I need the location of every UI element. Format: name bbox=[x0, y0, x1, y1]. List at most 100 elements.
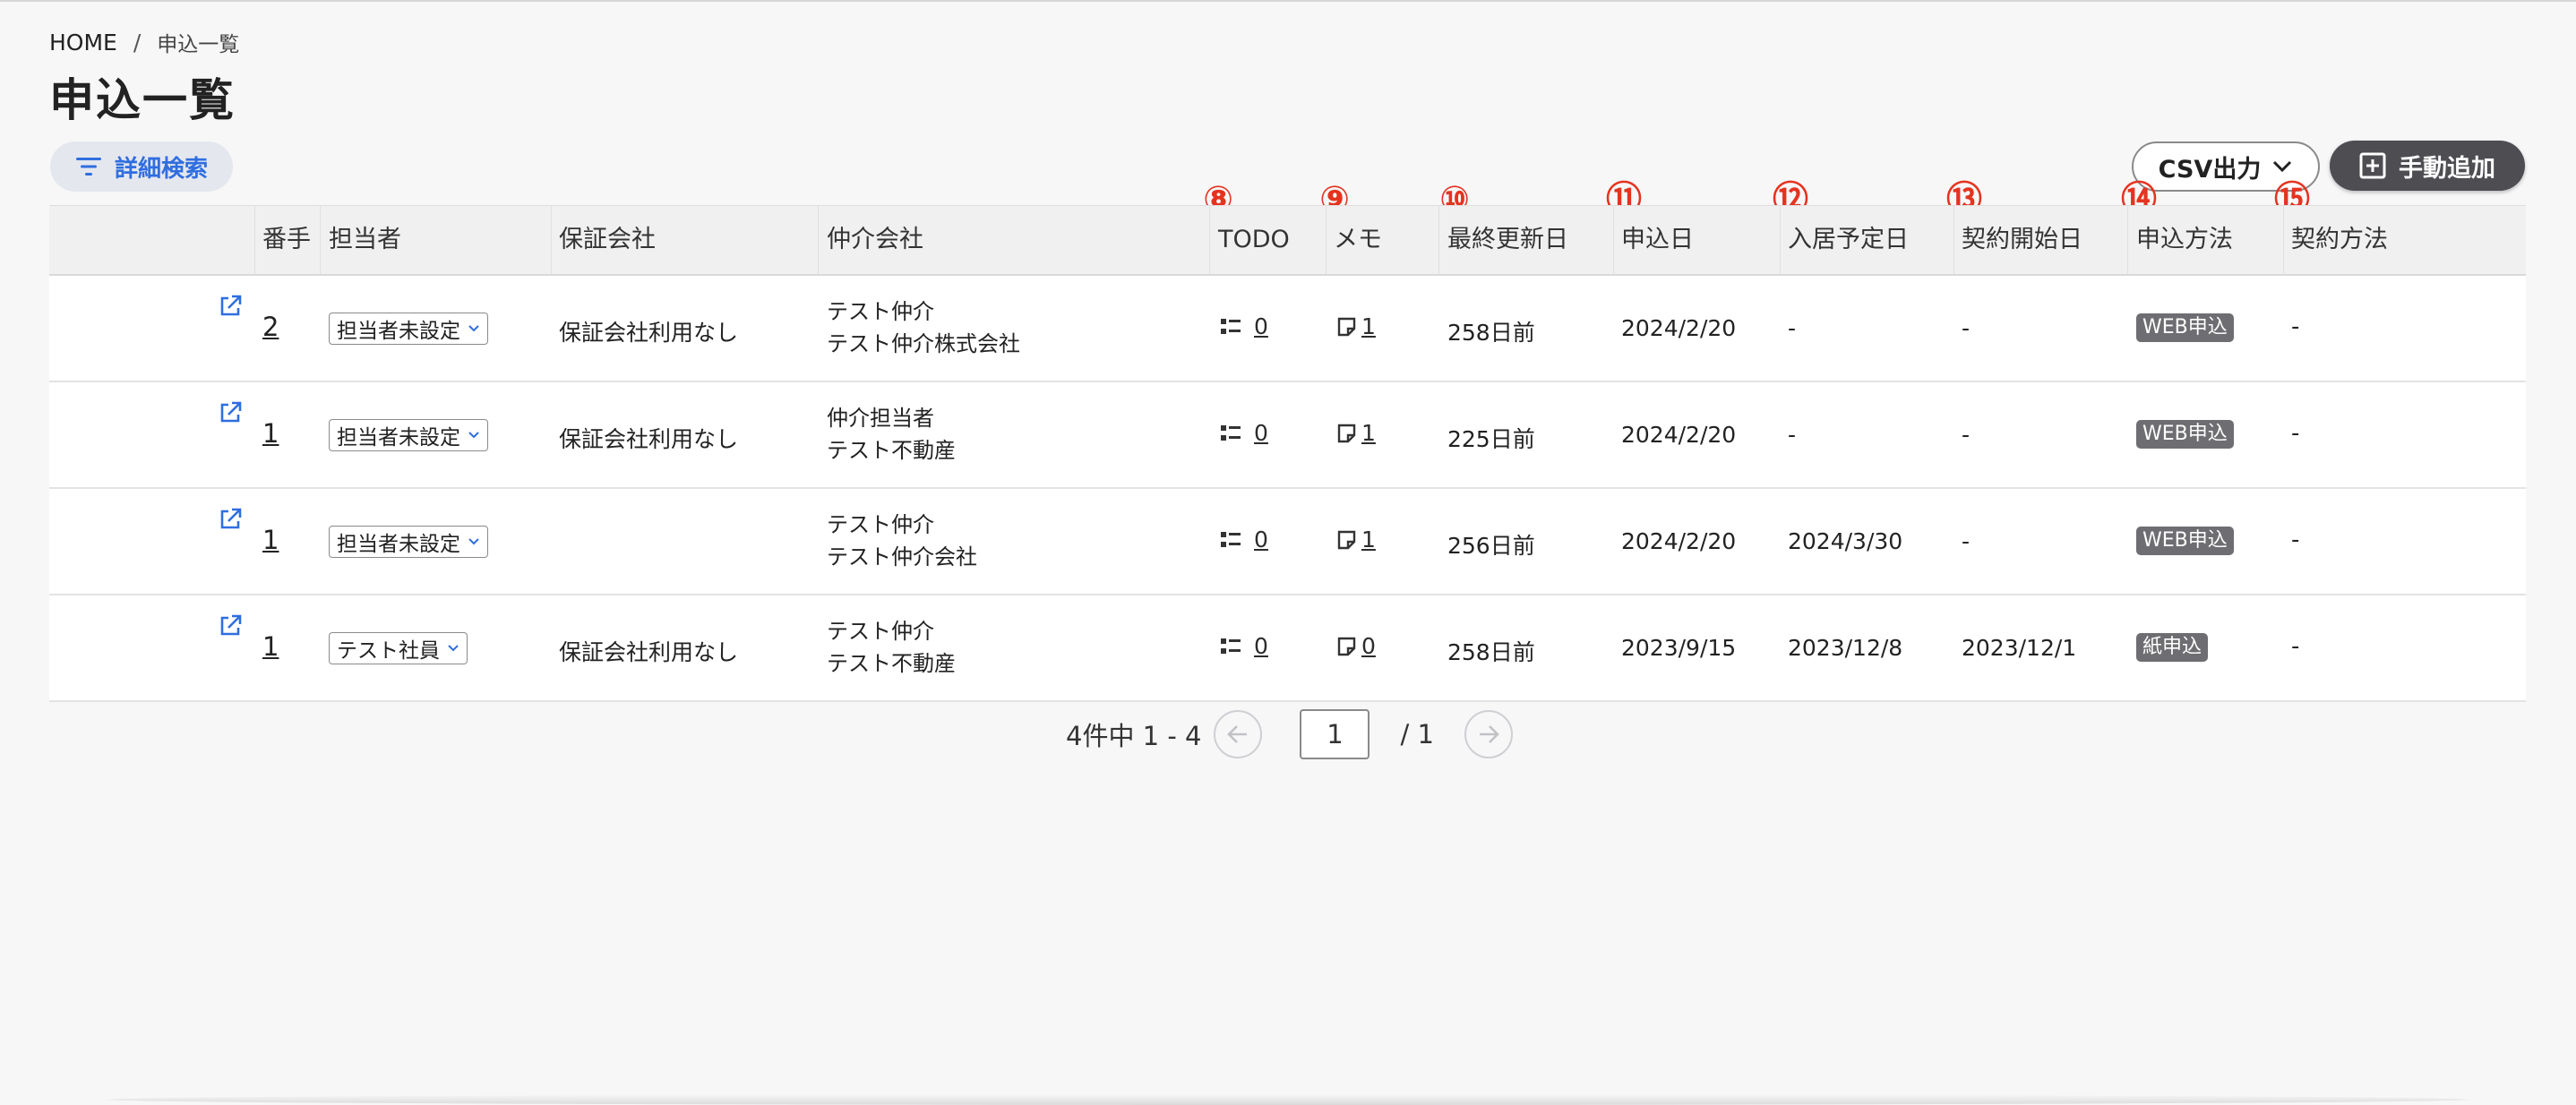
broker: 仲介担当者 テスト不動産 bbox=[827, 402, 956, 467]
header-number[interactable]: 番手 bbox=[262, 206, 311, 274]
list-icon bbox=[1221, 638, 1241, 654]
todo-count: 0 bbox=[1254, 420, 1268, 446]
chevron-down-icon bbox=[448, 645, 459, 652]
application-method-badge: WEB申込 bbox=[2136, 313, 2234, 342]
broker-company: テスト仲介株式会社 bbox=[827, 331, 1020, 356]
arrow-left-icon bbox=[1227, 725, 1248, 743]
assignee-value: 担当者未設定 bbox=[337, 320, 460, 343]
breadcrumb-current: 申込一覧 bbox=[157, 33, 240, 56]
column-divider bbox=[1953, 206, 1954, 274]
todo-link[interactable]: 0 bbox=[1220, 313, 1268, 339]
applications-table: 番手 担当者 保証会社 仲介会社 TODO メモ 最終更新日 申込日 入居予定日… bbox=[49, 205, 2526, 702]
broker-contact: テスト仲介 bbox=[827, 619, 934, 644]
memo-link[interactable]: 1 bbox=[1336, 313, 1376, 339]
column-divider bbox=[320, 206, 321, 274]
top-border bbox=[0, 0, 2576, 2]
header-contract-start[interactable]: 契約開始日 bbox=[1962, 206, 2082, 274]
note-icon bbox=[1337, 424, 1356, 442]
row-number[interactable]: 1 bbox=[262, 418, 279, 449]
header-application-method[interactable]: 申込方法 bbox=[2136, 206, 2233, 274]
breadcrumb-home[interactable]: HOME bbox=[49, 30, 117, 56]
last-updated: 258日前 bbox=[1447, 639, 1535, 665]
memo-link[interactable]: 0 bbox=[1336, 633, 1376, 659]
external-link-icon[interactable] bbox=[218, 507, 243, 532]
move-in-date: 2024/3/30 bbox=[1788, 528, 1903, 554]
column-divider bbox=[1438, 206, 1439, 274]
header-assignee[interactable]: 担当者 bbox=[329, 206, 401, 274]
manual-add-label: 手動追加 bbox=[2399, 154, 2495, 183]
row-number[interactable]: 1 bbox=[262, 631, 279, 662]
advanced-search-label: 詳細検索 bbox=[114, 155, 208, 183]
assignee-select[interactable]: テスト社員 bbox=[329, 632, 468, 664]
move-in-date: 2023/12/8 bbox=[1788, 635, 1903, 661]
application-method-badge: WEB申込 bbox=[2136, 420, 2234, 449]
header-updated[interactable]: 最終更新日 bbox=[1447, 206, 1568, 274]
contract-method: - bbox=[2291, 633, 2300, 660]
chevron-down-icon bbox=[468, 432, 479, 439]
memo-count: 1 bbox=[1361, 313, 1376, 339]
guarantor: 保証会社利用なし bbox=[559, 320, 739, 346]
memo-link[interactable]: 1 bbox=[1336, 420, 1376, 446]
table-row[interactable]: 1 テスト社員 保証会社利用なし テスト仲介 テスト不動産 0 0 258日前 … bbox=[49, 595, 2526, 702]
header-guarantor[interactable]: 保証会社 bbox=[559, 206, 656, 274]
row-number[interactable]: 2 bbox=[262, 312, 279, 342]
page-number-input[interactable]: 1 bbox=[1300, 709, 1370, 759]
header-broker[interactable]: 仲介会社 bbox=[827, 206, 923, 274]
list-icon bbox=[1221, 424, 1241, 441]
contract-method: - bbox=[2291, 527, 2300, 553]
broker-contact: テスト仲介 bbox=[827, 512, 934, 537]
external-link-icon[interactable] bbox=[218, 613, 243, 638]
broker-contact: テスト仲介 bbox=[827, 299, 934, 324]
memo-link[interactable]: 1 bbox=[1336, 527, 1376, 552]
list-icon bbox=[1221, 531, 1241, 547]
contract-method: - bbox=[2291, 420, 2300, 447]
header-todo[interactable]: TODO bbox=[1218, 206, 1290, 274]
broker: テスト仲介 テスト不動産 bbox=[827, 615, 956, 680]
todo-link[interactable]: 0 bbox=[1220, 633, 1268, 659]
external-link-icon[interactable] bbox=[218, 294, 243, 319]
table-row[interactable]: 2 担当者未設定 保証会社利用なし テスト仲介 テスト仲介株式会社 0 1 25… bbox=[49, 276, 2526, 382]
todo-link[interactable]: 0 bbox=[1220, 420, 1268, 446]
next-page-button[interactable] bbox=[1464, 710, 1513, 758]
assignee-select[interactable]: 担当者未設定 bbox=[329, 419, 488, 451]
broker-company: テスト仲介会社 bbox=[827, 544, 977, 570]
column-divider bbox=[818, 206, 819, 274]
plus-square-icon bbox=[2359, 152, 2386, 179]
header-memo[interactable]: メモ bbox=[1334, 206, 1382, 274]
table-row[interactable]: 1 担当者未設定 テスト仲介 テスト仲介会社 0 1 256日前 2024/2/… bbox=[49, 489, 2526, 595]
broker-company: テスト不動産 bbox=[827, 651, 956, 676]
assignee-value: 担当者未設定 bbox=[337, 426, 460, 450]
memo-count: 1 bbox=[1361, 527, 1376, 552]
header-move-in-date[interactable]: 入居予定日 bbox=[1788, 206, 1909, 274]
contract-start-date: - bbox=[1962, 422, 1971, 448]
broker: テスト仲介 テスト仲介株式会社 bbox=[827, 296, 1020, 360]
application-date: 2023/9/15 bbox=[1621, 635, 1737, 661]
application-method-badge: WEB申込 bbox=[2136, 527, 2234, 555]
move-in-date: - bbox=[1788, 422, 1797, 448]
application-date: 2024/2/20 bbox=[1621, 528, 1737, 554]
chevron-down-icon bbox=[2273, 160, 2292, 173]
row-number[interactable]: 1 bbox=[262, 525, 279, 555]
broker-contact: 仲介担当者 bbox=[827, 406, 934, 431]
list-icon bbox=[1221, 318, 1241, 334]
chevron-down-icon bbox=[468, 325, 479, 332]
todo-link[interactable]: 0 bbox=[1220, 527, 1268, 552]
column-divider bbox=[254, 206, 255, 274]
assignee-value: テスト社員 bbox=[337, 639, 440, 663]
table-row[interactable]: 1 担当者未設定 保証会社利用なし 仲介担当者 テスト不動産 0 1 225日前… bbox=[49, 382, 2526, 489]
header-contract-method[interactable]: 契約方法 bbox=[2291, 206, 2388, 274]
assignee-value: 担当者未設定 bbox=[337, 533, 460, 556]
note-icon bbox=[1337, 637, 1356, 655]
column-divider bbox=[1780, 206, 1781, 274]
application-method-badge: 紙申込 bbox=[2136, 633, 2209, 662]
breadcrumb: HOME / 申込一覧 bbox=[49, 27, 239, 57]
column-divider bbox=[2127, 206, 2128, 274]
external-link-icon[interactable] bbox=[218, 400, 243, 425]
assignee-select[interactable]: 担当者未設定 bbox=[329, 526, 488, 558]
bottom-shadow bbox=[107, 1094, 2469, 1105]
assignee-select[interactable]: 担当者未設定 bbox=[329, 313, 488, 345]
last-updated: 258日前 bbox=[1447, 320, 1535, 346]
header-application-date[interactable]: 申込日 bbox=[1621, 206, 1694, 274]
prev-page-button[interactable] bbox=[1214, 710, 1263, 758]
page-total: / 1 bbox=[1400, 719, 1434, 750]
